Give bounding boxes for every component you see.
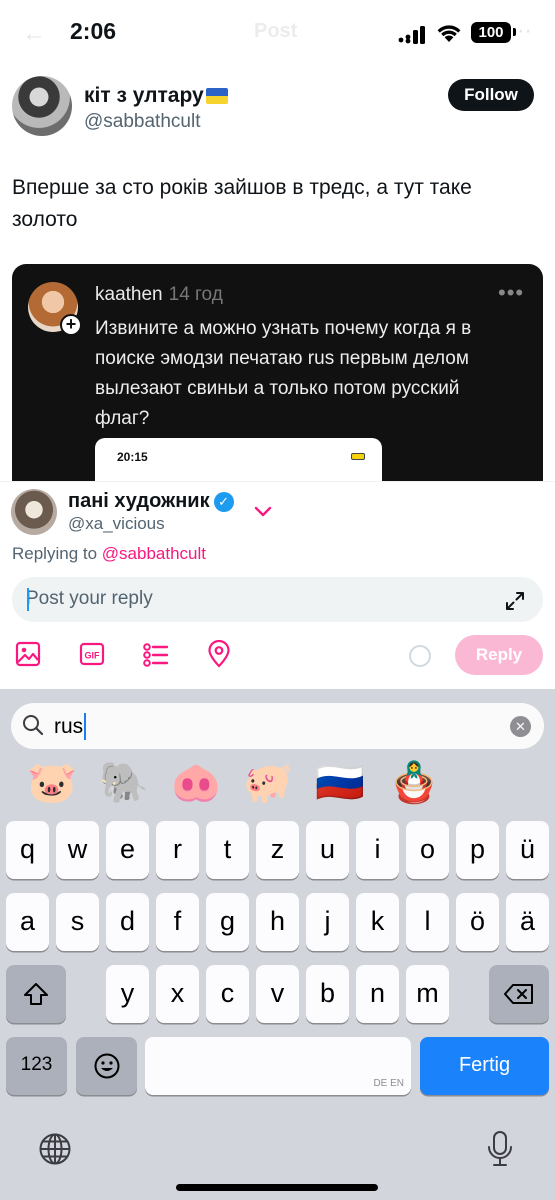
key-w[interactable]: w [56, 821, 99, 879]
embed-follow-plus-icon: + [60, 314, 82, 336]
backspace-icon [504, 984, 533, 1004]
location-icon[interactable] [205, 640, 233, 668]
key-a[interactable]: a [6, 893, 49, 951]
key-f[interactable]: f [156, 893, 199, 951]
key-c[interactable]: c [206, 965, 249, 1023]
author-handle[interactable]: @sabbathcult [84, 111, 200, 133]
emoji-russia-flag[interactable]: 🇷🇺 [314, 757, 366, 809]
cellular-signal-icon [398, 26, 425, 44]
key-a-umlaut[interactable]: ä [506, 893, 549, 951]
embed-username-text: kaathen [95, 284, 163, 305]
svg-text:GIF: GIF [85, 651, 101, 661]
reply-input[interactable] [26, 585, 496, 613]
key-k[interactable]: k [356, 893, 399, 951]
chevron-down-icon[interactable] [253, 504, 273, 518]
my-account-name[interactable]: пані художник ✓ [68, 490, 234, 513]
author-avatar[interactable] [12, 76, 72, 136]
emoji-pig[interactable]: 🐖 [242, 757, 294, 809]
key-q[interactable]: q [6, 821, 49, 879]
my-account-name-text: пані художник [68, 490, 210, 512]
emoji-face-icon [94, 1053, 119, 1079]
key-g[interactable]: g [206, 893, 249, 951]
search-icon [23, 715, 44, 736]
space-language-label: DE EN [373, 1078, 404, 1089]
key-z[interactable]: z [256, 821, 299, 879]
battery-indicator: 100 [471, 22, 511, 43]
key-u-umlaut[interactable]: ü [506, 821, 549, 879]
key-t[interactable]: t [206, 821, 249, 879]
status-bar: ← Post ⋯ 2:06 100 [0, 0, 555, 66]
replying-to: Replying to @sabbathcult [12, 544, 206, 564]
image-icon[interactable] [14, 640, 42, 668]
page-title: Post [254, 20, 298, 42]
key-m[interactable]: m [406, 965, 449, 1023]
key-o[interactable]: o [406, 821, 449, 879]
key-h[interactable]: h [256, 893, 299, 951]
emoji-search-query: rus [54, 715, 84, 738]
embed-phone-time: 20:15 [117, 450, 148, 464]
home-indicator [176, 1184, 378, 1191]
key-s[interactable]: s [56, 893, 99, 951]
author-name-text: кіт з ултару [84, 84, 204, 107]
delete-key[interactable] [489, 965, 549, 1023]
key-p[interactable]: p [456, 821, 499, 879]
embed-more-icon: ••• [498, 280, 525, 305]
ukraine-flag-icon [205, 88, 228, 104]
numbers-key[interactable]: 123 [6, 1037, 67, 1095]
key-d[interactable]: d [106, 893, 149, 951]
post-text: Вперше за сто років зайшов в тредс, а ту… [12, 176, 472, 231]
clear-search-icon[interactable]: ✕ [510, 716, 531, 737]
key-o-umlaut[interactable]: ö [456, 893, 499, 951]
my-account-handle: @xa_vicious [68, 514, 165, 533]
key-b[interactable]: b [306, 965, 349, 1023]
poll-icon[interactable] [141, 640, 169, 668]
key-n[interactable]: n [356, 965, 399, 1023]
embed-nested-screenshot: 20:15 [95, 438, 382, 482]
embed-timestamp: 14 год [168, 284, 223, 305]
embed-phone-battery-icon [351, 453, 365, 460]
battery-tip [513, 28, 516, 36]
search-caret [84, 713, 86, 740]
text-caret [27, 588, 29, 611]
emoji-search-field[interactable] [11, 703, 544, 749]
replying-to-prefix: Replying to [12, 544, 98, 563]
author-name[interactable]: кіт з ултару [84, 84, 228, 108]
globe-icon[interactable] [38, 1132, 72, 1166]
verified-badge-icon: ✓ [213, 492, 234, 512]
emoji-key[interactable] [76, 1037, 137, 1095]
key-y[interactable]: y [106, 965, 149, 1023]
reply-input-container[interactable] [12, 577, 543, 622]
space-key[interactable]: DE EN [145, 1037, 411, 1095]
back-arrow-icon[interactable]: ← [22, 20, 46, 48]
emoji-nesting-doll[interactable]: 🪆 [388, 757, 440, 809]
return-key[interactable]: Fertig [420, 1037, 549, 1095]
shift-key[interactable] [6, 965, 66, 1023]
my-avatar[interactable] [11, 489, 57, 535]
key-l[interactable]: l [406, 893, 449, 951]
emoji-pig-nose[interactable]: 🐽 [170, 757, 222, 809]
key-v[interactable]: v [256, 965, 299, 1023]
follow-button[interactable]: Follow [448, 79, 534, 111]
post-image[interactable]: + kaathen 14 год ••• Извините а можно узн… [12, 264, 543, 482]
key-x[interactable]: x [156, 965, 199, 1023]
wifi-icon [437, 25, 461, 42]
shift-icon [24, 983, 48, 1005]
status-time: 2:06 [70, 18, 117, 44]
embed-text: Извините а можно узнать почему когда я в… [95, 318, 472, 429]
microphone-icon[interactable] [486, 1130, 514, 1168]
key-e[interactable]: e [106, 821, 149, 879]
key-j[interactable]: j [306, 893, 349, 951]
emoji-pig-face[interactable]: 🐷 [26, 757, 78, 809]
reply-button[interactable]: Reply [455, 635, 543, 675]
embed-username: kaathen 14 год [95, 284, 223, 306]
gif-icon[interactable]: GIF [78, 640, 106, 668]
key-i[interactable]: i [356, 821, 399, 879]
expand-icon[interactable] [504, 590, 526, 612]
character-count-ring [409, 645, 431, 667]
key-u[interactable]: u [306, 821, 349, 879]
replying-to-handle[interactable]: @sabbathcult [102, 544, 206, 563]
emoji-elephant[interactable]: 🐘 [98, 757, 150, 809]
key-r[interactable]: r [156, 821, 199, 879]
